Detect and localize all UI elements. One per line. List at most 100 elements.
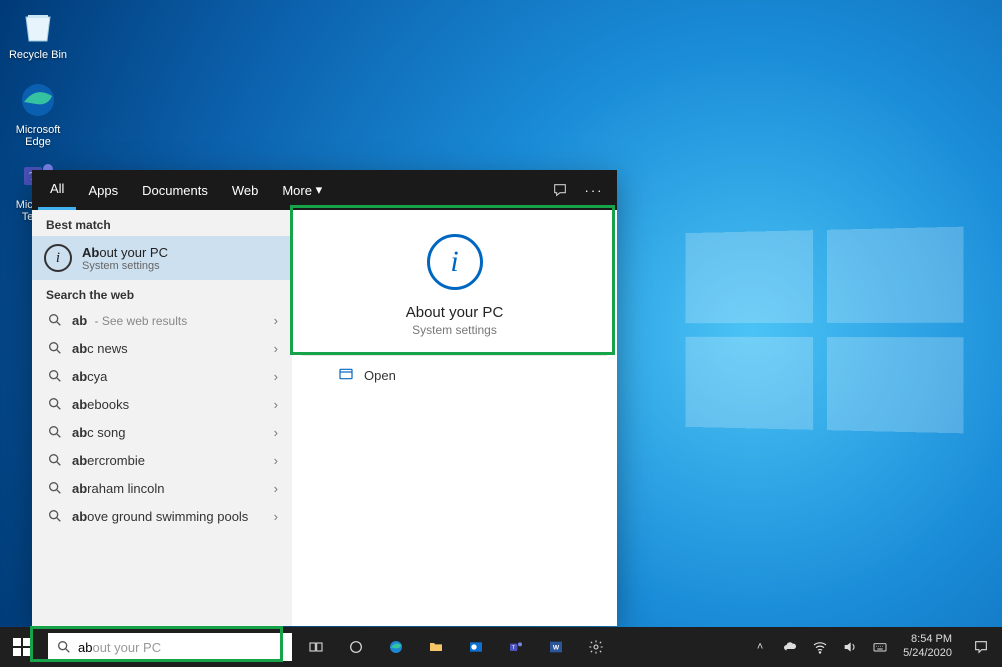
detail-subtitle: System settings	[302, 323, 607, 337]
web-result-label: abercrombie	[64, 453, 274, 468]
feedback-button[interactable]	[543, 170, 577, 210]
start-search-panel: All Apps Documents Web More ▾ ··· Best m…	[32, 170, 617, 626]
folder-icon	[428, 639, 444, 655]
web-result-label: abc song	[64, 425, 274, 440]
windows-icon	[13, 638, 31, 656]
tab-more[interactable]: More ▾	[270, 170, 334, 210]
web-result-item[interactable]: abc song›	[32, 418, 292, 446]
info-icon: i	[427, 234, 483, 290]
taskbar-task-view[interactable]	[296, 627, 336, 667]
web-result-label: abraham lincoln	[64, 481, 274, 496]
web-result-label: ab - See web results	[64, 313, 274, 328]
best-match-title: About your PC	[82, 245, 168, 260]
search-icon	[46, 452, 64, 468]
desktop-windows-logo	[686, 227, 964, 434]
chevron-right-icon: ›	[274, 313, 278, 328]
tab-documents[interactable]: Documents	[130, 170, 220, 210]
best-match-item[interactable]: i About your PC System settings	[32, 236, 292, 280]
chevron-right-icon: ›	[274, 341, 278, 356]
desktop-icon-label: Microsoft Edge	[8, 124, 68, 148]
edge-icon	[18, 80, 58, 120]
teams-icon: T	[508, 639, 524, 655]
detail-open-label: Open	[364, 368, 396, 383]
desktop-icon-edge[interactable]: Microsoft Edge	[8, 80, 68, 148]
web-result-item[interactable]: abebooks›	[32, 390, 292, 418]
search-results-list: Best match i About your PC System settin…	[32, 210, 292, 626]
taskbar-clock[interactable]: 8:54 PM 5/24/2020	[895, 633, 960, 661]
outlook-icon	[468, 639, 484, 655]
tab-all[interactable]: All	[38, 170, 76, 210]
tray-network[interactable]	[805, 627, 835, 667]
ellipsis-icon: ···	[585, 183, 604, 198]
chevron-right-icon: ›	[274, 397, 278, 412]
chevron-right-icon: ›	[274, 481, 278, 496]
tab-web[interactable]: Web	[220, 170, 271, 210]
taskbar-date: 5/24/2020	[903, 647, 952, 661]
taskbar-edge[interactable]	[376, 627, 416, 667]
best-match-header: Best match	[32, 210, 292, 236]
web-result-label: abc news	[64, 341, 274, 356]
open-icon	[338, 366, 354, 385]
chevron-right-icon: ›	[274, 425, 278, 440]
word-icon: W	[548, 639, 564, 655]
search-icon	[46, 340, 64, 356]
chevron-down-icon: ▾	[316, 182, 323, 198]
start-button[interactable]	[0, 627, 44, 667]
chevron-right-icon: ›	[274, 509, 278, 524]
options-button[interactable]: ···	[577, 170, 611, 210]
info-icon: i	[44, 244, 72, 272]
web-result-label: above ground swimming pools	[64, 509, 274, 524]
web-result-item[interactable]: ab - See web results›	[32, 306, 292, 334]
search-icon	[46, 396, 64, 412]
search-icon	[46, 480, 64, 496]
taskbar-file-explorer[interactable]	[416, 627, 456, 667]
chevron-right-icon: ›	[274, 369, 278, 384]
search-icon	[46, 312, 64, 328]
wifi-icon	[812, 639, 828, 655]
cortana-icon	[348, 639, 364, 655]
search-ghost-text: out your PC	[92, 640, 161, 655]
search-icon	[46, 424, 64, 440]
edge-icon	[388, 639, 404, 655]
recycle-bin-icon	[18, 5, 58, 45]
taskbar-settings[interactable]	[576, 627, 616, 667]
desktop-icon-label: Recycle Bin	[8, 49, 68, 61]
keyboard-icon	[872, 639, 888, 655]
web-result-item[interactable]: abc news›	[32, 334, 292, 362]
taskbar-teams[interactable]: T	[496, 627, 536, 667]
search-icon	[56, 639, 72, 655]
chevron-up-icon: ˄	[757, 641, 763, 653]
web-result-item[interactable]: abcya›	[32, 362, 292, 390]
chevron-right-icon: ›	[274, 453, 278, 468]
detail-open-action[interactable]: Open	[292, 356, 617, 395]
search-filter-tabs: All Apps Documents Web More ▾ ···	[32, 170, 617, 210]
search-typed-text: ab	[78, 640, 92, 655]
cloud-icon	[782, 639, 798, 655]
action-center-button[interactable]	[960, 627, 1002, 667]
web-result-item[interactable]: abraham lincoln›	[32, 474, 292, 502]
web-result-item[interactable]: above ground swimming pools›	[32, 502, 292, 530]
taskbar-time: 8:54 PM	[903, 633, 952, 647]
web-result-item[interactable]: abercrombie›	[32, 446, 292, 474]
taskbar-cortana[interactable]	[336, 627, 376, 667]
taskbar-word[interactable]: W	[536, 627, 576, 667]
best-match-subtitle: System settings	[82, 260, 168, 272]
taskbar-search-box[interactable]: about your PC	[48, 633, 292, 661]
tray-language[interactable]	[865, 627, 895, 667]
taskbar-outlook[interactable]	[456, 627, 496, 667]
tray-onedrive[interactable]	[775, 627, 805, 667]
search-icon	[46, 368, 64, 384]
gear-icon	[588, 639, 604, 655]
search-icon	[46, 508, 64, 524]
desktop-icon-recycle-bin[interactable]: Recycle Bin	[8, 5, 68, 61]
feedback-icon	[552, 182, 568, 198]
web-result-label: abcya	[64, 369, 274, 384]
tray-volume[interactable]	[835, 627, 865, 667]
notification-icon	[973, 639, 989, 655]
search-web-header: Search the web	[32, 280, 292, 306]
web-result-label: abebooks	[64, 397, 274, 412]
tray-overflow[interactable]: ˄	[745, 627, 775, 667]
detail-title: About your PC	[302, 304, 607, 321]
tab-apps[interactable]: Apps	[76, 170, 130, 210]
taskbar: about your PC T W ˄	[0, 627, 1002, 667]
